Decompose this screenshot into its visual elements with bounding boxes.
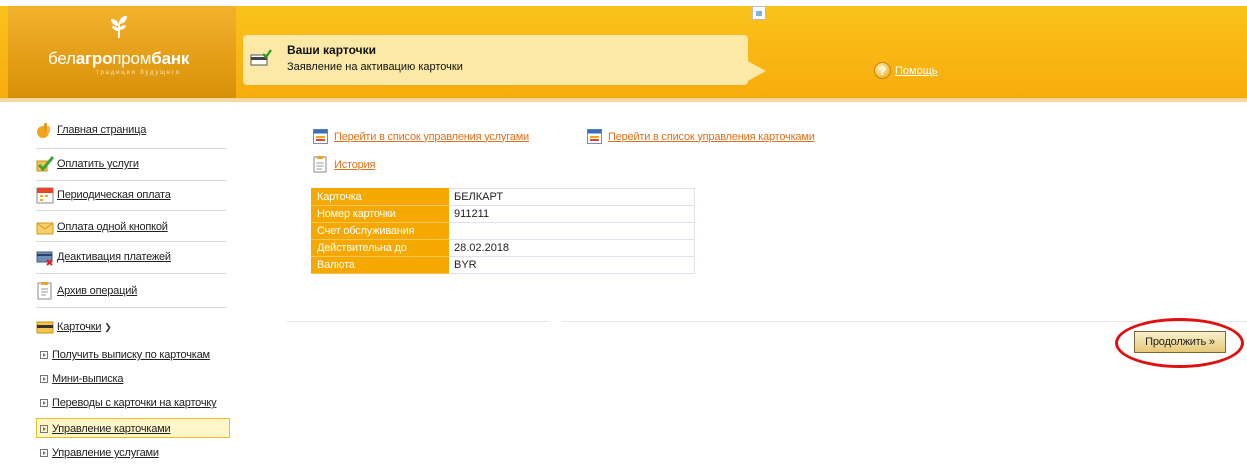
calendar-icon: [36, 187, 54, 204]
sidebar-item-periodic-payment[interactable]: Периодическая оплата: [36, 186, 171, 204]
table-row: Счет обслуживания: [311, 222, 695, 240]
sidebar-subitem-label: Переводы с карточки на карточку: [52, 397, 217, 409]
chevron-down-icon[interactable]: ❯: [104, 322, 112, 333]
envelope-icon: [36, 222, 54, 235]
sidebar-subitem-label: Мини-выписка: [52, 373, 124, 385]
highlight-ellipse: [1115, 318, 1244, 368]
broken-image-icon: [752, 6, 766, 20]
sidebar-item-label: Оплатить услуги: [57, 158, 139, 170]
sidebar-item-label: Периодическая оплата: [57, 189, 171, 201]
sidebar-item-one-click-payment[interactable]: Оплата одной кнопкой: [36, 218, 168, 236]
sidebar-item-operations-archive[interactable]: Архив операций: [36, 282, 137, 300]
card-cancel-icon: [36, 251, 53, 266]
bank-logo-wordmark: белагропромбанк: [48, 49, 190, 68]
card-details-table: Карточка БЕЛКАРТ Номер карточки 911211 С…: [311, 188, 695, 274]
sidebar-subitem-manage-cards[interactable]: Управление карточками: [40, 423, 171, 435]
sidebar-divider: [36, 307, 226, 308]
arrow-bullet-icon: [40, 399, 48, 407]
hand-icon: [37, 123, 50, 138]
help-link-group[interactable]: ? Помощь: [874, 62, 938, 79]
arrow-bullet-icon: [40, 375, 48, 383]
page-title: Ваши карточки: [287, 43, 377, 57]
notice-box-pointer: [744, 59, 766, 83]
sidebar-divider: [36, 210, 226, 211]
link-services-label[interactable]: Перейти в список управления услугами: [334, 131, 529, 143]
sidebar-subitem-label: Получить выписку по карточкам: [52, 349, 210, 361]
header-bar: белагропромбанк традиции будущего Ваши к…: [0, 0, 1247, 98]
sprout-logo-icon: [111, 16, 127, 39]
list-window-icon: [587, 129, 602, 144]
sidebar-subitem-card-statement[interactable]: Получить выписку по карточкам: [40, 349, 210, 361]
link-cards-management[interactable]: Перейти в список управления карточками: [587, 129, 815, 144]
row-key: Карточка: [311, 188, 449, 206]
card-check-icon: [250, 49, 272, 66]
table-row: Действительна до 28.02.2018: [311, 239, 695, 257]
link-cards-label[interactable]: Перейти в список управления карточками: [608, 131, 815, 143]
sidebar-divider: [36, 148, 226, 149]
bank-logo[interactable]: белагропромбанк традиции будущего: [8, 6, 236, 98]
sidebar-item-label: Архив операций: [57, 285, 138, 297]
sidebar-item-label: Деактивация платежей: [57, 251, 171, 263]
sidebar-item-home[interactable]: Главная страница: [36, 121, 146, 139]
table-row: Валюта BYR: [311, 256, 695, 274]
sidebar-divider: [36, 241, 226, 242]
sidebar-item-cards[interactable]: Карточки ❯: [36, 318, 112, 336]
page-subtitle: Заявление на активацию карточки: [287, 61, 463, 73]
table-row: Карточка БЕЛКАРТ: [311, 188, 695, 206]
sidebar-item-pay-services[interactable]: Оплатить услуги: [36, 155, 139, 173]
link-history-label[interactable]: История: [334, 159, 375, 171]
sidebar-item-deactivate-payments[interactable]: Деактивация платежей: [36, 248, 171, 266]
link-services-management[interactable]: Перейти в список управления услугами: [313, 129, 529, 144]
row-value: 28.02.2018: [448, 239, 695, 257]
sidebar-subitem-label: Управление карточками: [52, 423, 171, 435]
link-history[interactable]: История: [313, 156, 375, 173]
content-divider: [287, 321, 549, 322]
sidebar-subitem-card-transfers[interactable]: Переводы с карточки на карточку: [40, 397, 217, 409]
sidebar-subitem-manage-services[interactable]: Управление услугами: [40, 447, 159, 459]
row-key: Счет обслуживания: [311, 222, 449, 240]
bank-logo-tagline: традиции будущего: [96, 70, 181, 76]
sidebar-divider: [36, 180, 226, 181]
list-window-icon: [313, 129, 328, 144]
row-key: Действительна до: [311, 239, 449, 257]
row-value: 911211: [448, 205, 695, 223]
page-notice-box: Ваши карточки Заявление на активацию кар…: [243, 35, 748, 85]
sidebar-subitem-mini-statement[interactable]: Мини-выписка: [40, 373, 124, 385]
document-icon: [37, 282, 52, 300]
row-value: БЕЛКАРТ: [448, 188, 695, 206]
arrow-bullet-icon: [40, 425, 48, 433]
sidebar-divider: [36, 273, 226, 274]
help-link[interactable]: Помощь: [895, 65, 938, 77]
checkmark-icon: [36, 156, 54, 172]
sidebar-item-label: Карточки: [57, 321, 102, 333]
sidebar-item-label: Главная страница: [57, 124, 147, 136]
arrow-bullet-icon: [40, 449, 48, 457]
sidebar-item-label: Оплата одной кнопкой: [57, 221, 168, 233]
row-value: BYR: [448, 256, 695, 274]
arrow-bullet-icon: [40, 351, 48, 359]
sidebar-subitem-label: Управление услугами: [52, 447, 159, 459]
row-value: [448, 222, 695, 240]
row-key: Номер карточки: [311, 205, 449, 223]
table-row: Номер карточки 911211: [311, 205, 695, 223]
card-icon: [36, 321, 54, 334]
history-document-icon: [313, 156, 327, 173]
question-icon[interactable]: ?: [874, 62, 891, 79]
row-key: Валюта: [311, 256, 449, 274]
